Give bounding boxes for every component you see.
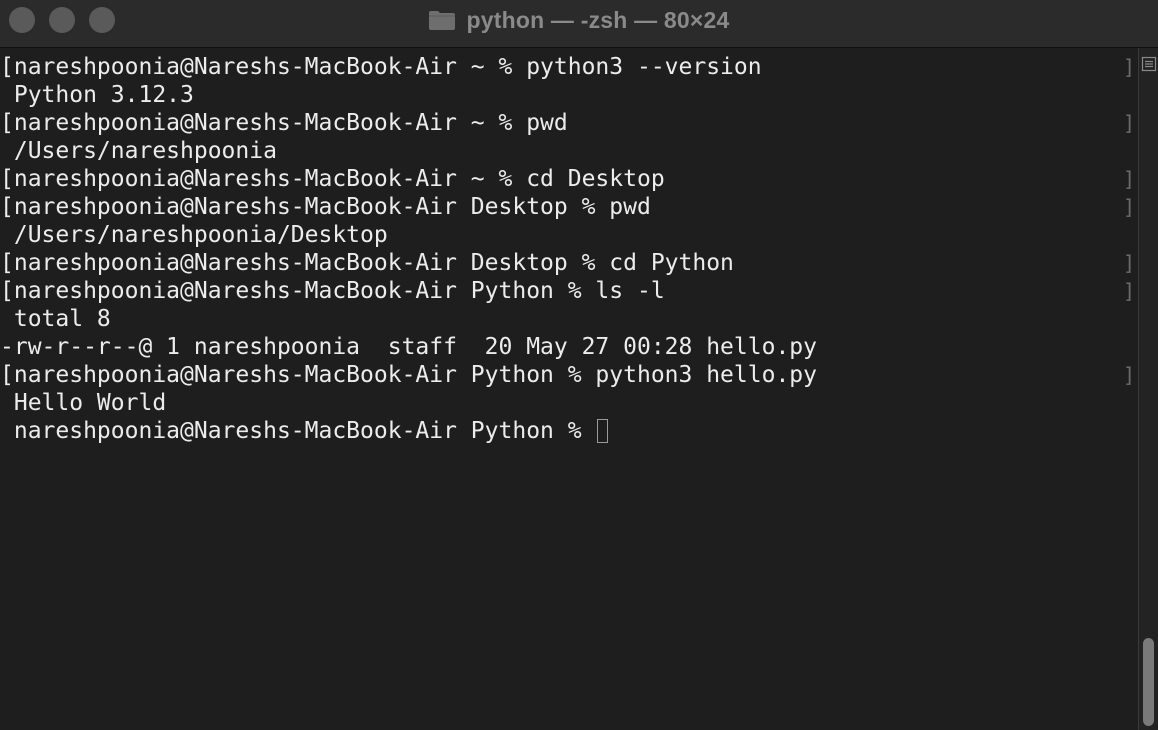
terminal-line: total 8: [0, 305, 1124, 333]
mark-bracket: ]: [1123, 279, 1136, 303]
line-text: total 8: [0, 306, 111, 332]
terminal-line: [nareshpoonia@Nareshs-MacBook-Air ~ % cd…: [0, 165, 1124, 193]
terminal-line: /Users/nareshpoonia: [0, 137, 1124, 165]
text-cursor: [597, 419, 609, 443]
mark-bracket: ]: [1123, 363, 1136, 387]
mark-bracket: ]: [1123, 167, 1136, 191]
terminal-line: [nareshpoonia@Nareshs-MacBook-Air Deskto…: [0, 193, 1124, 221]
line-text: -rw-r--r--@ 1 nareshpoonia staff 20 May …: [0, 334, 817, 360]
terminal-prompt-line[interactable]: nareshpoonia@Nareshs-MacBook-Air Python …: [0, 417, 1124, 445]
line-text: /Users/nareshpoonia: [0, 138, 277, 164]
terminal-line: [nareshpoonia@Nareshs-MacBook-Air ~ % pw…: [0, 109, 1124, 137]
mark-bracket: ]: [1123, 111, 1136, 135]
terminal-line: Python 3.12.3: [0, 81, 1124, 109]
scroll-lines-icon[interactable]: [1141, 56, 1157, 72]
terminal-line: [nareshpoonia@Nareshs-MacBook-Air Deskto…: [0, 249, 1124, 277]
terminal-line: [nareshpoonia@Nareshs-MacBook-Air Python…: [0, 277, 1124, 305]
window-title: python — -zsh — 80×24: [466, 6, 730, 33]
terminal-output[interactable]: [nareshpoonia@Nareshs-MacBook-Air ~ % py…: [0, 53, 1124, 730]
line-text: [nareshpoonia@Nareshs-MacBook-Air Deskto…: [0, 194, 651, 220]
mark-bracket: ]: [1123, 251, 1136, 275]
terminal-line: /Users/nareshpoonia/Desktop: [0, 221, 1124, 249]
line-text: [nareshpoonia@Nareshs-MacBook-Air Deskto…: [0, 250, 734, 276]
title-bar[interactable]: python — -zsh — 80×24: [0, 0, 1158, 48]
line-text: Hello World: [0, 390, 167, 416]
terminal-line: [nareshpoonia@Nareshs-MacBook-Air ~ % py…: [0, 53, 1124, 81]
terminal-line: Hello World: [0, 389, 1124, 417]
line-text: /Users/nareshpoonia/Desktop: [0, 222, 388, 248]
line-text: [nareshpoonia@Nareshs-MacBook-Air Python…: [0, 278, 665, 304]
folder-icon: [428, 9, 456, 31]
line-text: [nareshpoonia@Nareshs-MacBook-Air ~ % py…: [0, 54, 762, 80]
mark-bracket: ]: [1123, 195, 1136, 219]
terminal-line: [nareshpoonia@Nareshs-MacBook-Air Python…: [0, 361, 1124, 389]
terminal-line: -rw-r--r--@ 1 nareshpoonia staff 20 May …: [0, 333, 1124, 361]
terminal-window: python — -zsh — 80×24 [nareshpoonia@Nare…: [0, 0, 1158, 730]
line-text: [nareshpoonia@Nareshs-MacBook-Air ~ % cd…: [0, 166, 665, 192]
mark-bracket: ]: [1123, 55, 1136, 79]
line-text: [nareshpoonia@Nareshs-MacBook-Air Python…: [0, 362, 817, 388]
line-text: [nareshpoonia@Nareshs-MacBook-Air ~ % pw…: [0, 110, 568, 136]
current-prompt: nareshpoonia@Nareshs-MacBook-Air Python …: [0, 418, 596, 444]
vertical-scrollbar[interactable]: [1138, 48, 1158, 730]
window-title-group: python — -zsh — 80×24: [0, 0, 1158, 40]
scrollbar-thumb[interactable]: [1143, 638, 1154, 726]
line-text: Python 3.12.3: [0, 82, 194, 108]
